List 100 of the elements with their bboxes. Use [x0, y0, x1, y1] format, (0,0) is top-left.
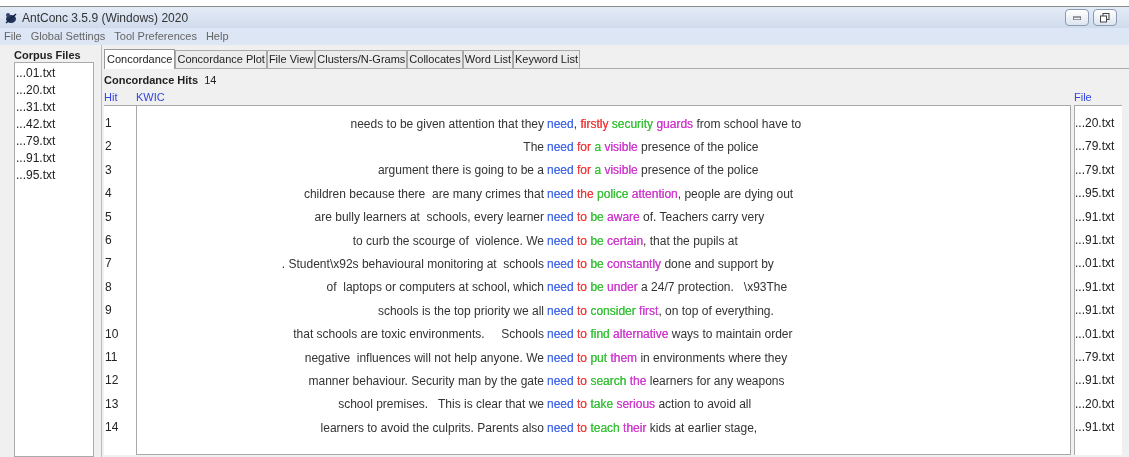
file-list-item[interactable]: ...91.txt: [15, 150, 93, 167]
context-word: action to avoid all: [657, 396, 752, 414]
context-word: to: [576, 349, 588, 367]
left-context: argument there is going to be a: [377, 162, 544, 180]
file-name: ...91.txt: [1075, 419, 1116, 437]
file-name: ...91.txt: [1075, 231, 1116, 249]
file-list-item[interactable]: ...42.txt: [15, 116, 93, 133]
column-header[interactable]: File: [1074, 88, 1129, 105]
context-word: need: [547, 279, 574, 297]
hit-number: 9: [104, 302, 113, 320]
context-word: to: [576, 302, 588, 320]
restore-button[interactable]: [1093, 9, 1117, 26]
left-context: . Student\x92s behavioural monitoring at schools: [281, 256, 544, 274]
context-word: be: [589, 232, 604, 250]
left-context: to curb the scourge of violence. We: [352, 232, 544, 250]
hit-number: 14: [104, 419, 120, 437]
context-word: search: [589, 373, 627, 390]
file-name: ...95.txt: [1075, 185, 1116, 203]
tab[interactable]: Word List: [462, 50, 513, 68]
file-list-item[interactable]: ...31.txt: [15, 99, 93, 116]
context-word: security: [610, 115, 654, 133]
hit-number: 10: [104, 325, 120, 343]
file-name: ...79.txt: [1075, 348, 1116, 366]
file-list-item[interactable]: ...20.txt: [15, 82, 93, 99]
hit-number: 2: [104, 138, 113, 156]
context-word: put: [589, 349, 608, 367]
context-word: a 24/7 protection. \x93The: [640, 279, 788, 297]
context-word: to: [576, 279, 588, 297]
tab[interactable]: Keyword List: [512, 50, 580, 68]
context-word: serious: [615, 396, 656, 414]
left-context: school premises. This is clear that we: [338, 396, 544, 414]
context-word: of. Teachers carry very: [642, 209, 765, 227]
left-context: negative influences will not help anyone. We: [304, 349, 544, 367]
context-word: alternative: [612, 326, 669, 344]
file-name: ...91.txt: [1075, 278, 1116, 296]
context-word: to: [576, 396, 588, 414]
context-word: presence of the police: [640, 139, 759, 157]
hit-number: 7: [104, 255, 113, 273]
menu-item[interactable]: Tool Preferences: [114, 28, 197, 45]
context-word: for: [576, 139, 592, 157]
context-word: firstly: [579, 115, 609, 133]
column-header[interactable]: KWIC: [136, 88, 1074, 105]
file-list-item[interactable]: ...95.txt: [15, 167, 93, 184]
context-word: a: [593, 162, 602, 180]
tab[interactable]: Clusters/N-Grams: [315, 50, 408, 68]
context-word: , on top of everything.: [658, 302, 774, 320]
tab[interactable]: File View: [266, 50, 316, 68]
context-word: need: [547, 396, 574, 414]
context-word: be: [589, 256, 604, 274]
left-context: children because there are many crimes that: [303, 185, 544, 203]
context-word: , people are dying out: [677, 185, 794, 203]
restore-icon: [1100, 12, 1110, 23]
menu-item[interactable]: Help: [205, 28, 229, 45]
context-word: police: [596, 185, 629, 203]
context-word: done and support by: [663, 256, 774, 274]
context-word: to: [576, 209, 588, 227]
tab[interactable]: Concordance: [104, 49, 176, 69]
context-word: visible: [603, 139, 638, 157]
tab[interactable]: Concordance Plot: [175, 50, 267, 68]
context-word: visible: [603, 162, 638, 180]
file-name: ...79.txt: [1075, 161, 1116, 179]
context-word: need: [547, 302, 574, 320]
column-header[interactable]: Hit: [104, 88, 136, 105]
hit-number: 1: [104, 115, 113, 132]
context-word: need: [547, 256, 574, 274]
left-context: The: [523, 139, 544, 157]
hit-number: 13: [104, 395, 120, 413]
context-word: need: [547, 162, 574, 180]
context-word: to: [576, 326, 588, 344]
left-context: manner behaviour. Security man by the gate: [308, 373, 544, 390]
hit-number: 6: [104, 231, 113, 249]
context-word: need: [547, 115, 574, 133]
context-word: take: [589, 396, 614, 414]
context-word: teach: [589, 419, 620, 437]
context-word: be: [589, 209, 604, 227]
file-list-item[interactable]: ...01.txt: [15, 65, 93, 82]
window-title: AntConc 3.5.9 (Windows) 2020: [22, 9, 189, 27]
menu-item[interactable]: File: [4, 28, 22, 45]
context-word: for: [576, 162, 592, 180]
hit-number: 11: [104, 348, 119, 366]
tab[interactable]: Collocates: [407, 50, 463, 68]
menu-item[interactable]: Global Settings: [30, 28, 106, 45]
minimize-icon: [1073, 15, 1081, 20]
hit-number: 8: [104, 278, 113, 296]
context-word: to: [576, 373, 588, 390]
context-word: need: [547, 185, 574, 203]
context-word: need: [547, 373, 574, 390]
context-word: ,: [573, 115, 578, 133]
context-word: , that the pupils at: [643, 232, 738, 250]
context-word: in environments where they: [639, 349, 788, 367]
context-word: find: [589, 326, 610, 344]
context-word: need: [547, 139, 574, 157]
file-name: ...20.txt: [1075, 115, 1116, 132]
context-word: need: [547, 349, 574, 367]
file-list-item[interactable]: ...79.txt: [15, 133, 93, 150]
hit-number: 4: [104, 185, 113, 203]
file-name: ...20.txt: [1075, 395, 1116, 413]
context-word: under: [606, 279, 638, 297]
context-word: constantly: [606, 256, 662, 274]
file-name: ...91.txt: [1075, 302, 1116, 320]
